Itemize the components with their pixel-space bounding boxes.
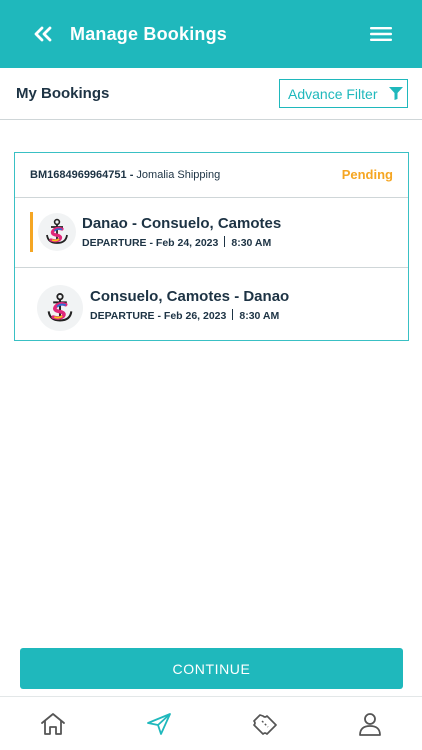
paper-plane-icon [147, 713, 171, 735]
trip-date: Feb 26, 2023 [163, 310, 227, 322]
selected-indicator [30, 212, 33, 252]
tab-profile[interactable] [356, 711, 384, 737]
trip-type: DEPARTURE [82, 237, 147, 249]
hamburger-menu-icon [370, 27, 392, 41]
trip-route: Danao - Consuelo, Camotes [82, 215, 282, 232]
user-icon [359, 713, 381, 736]
app-header: Manage Bookings [0, 0, 422, 68]
separator [224, 236, 226, 247]
trip-schedule: DEPARTURE - Feb 24, 2023 8:30 AM [82, 236, 272, 249]
tab-home[interactable] [39, 711, 67, 737]
menu-button[interactable] [368, 22, 394, 46]
bookings-toolbar: My Bookings Advance Filter [0, 68, 422, 120]
advance-filter-label: Advance Filter [288, 85, 378, 102]
section-title: My Bookings [16, 85, 110, 102]
booking-reference-number: BM1684969964751 [30, 169, 127, 181]
tab-tickets[interactable] [251, 711, 279, 737]
separator [232, 309, 234, 320]
app-screen: Manage Bookings My Bookings Advance Filt… [0, 0, 422, 750]
trip-time: 8:30 AM [231, 237, 272, 249]
booking-card[interactable]: BM1684969964751 - Jomalia Shipping Pendi… [14, 152, 409, 341]
tab-send[interactable] [145, 711, 173, 737]
trip-route: Consuelo, Camotes - Danao [90, 288, 290, 305]
trip-date: Feb 24, 2023 [155, 237, 219, 249]
bottom-tab-bar [0, 696, 422, 750]
back-button[interactable] [30, 22, 56, 46]
trip-type: DEPARTURE [90, 310, 155, 322]
status-badge: Pending [341, 167, 393, 182]
double-chevron-left-icon [34, 26, 52, 42]
trip-time: 8:30 AM [239, 310, 280, 322]
ticket-icon [253, 714, 277, 735]
shipping-logo [37, 285, 83, 331]
funnel-icon [389, 87, 403, 100]
booking-reference: BM1684969964751 - Jomalia Shipping [30, 168, 220, 182]
continue-button[interactable]: CONTINUE [20, 648, 403, 689]
page-title: Manage Bookings [70, 24, 228, 44]
trip-row[interactable]: Consuelo, Camotes - Danao DEPARTURE - Fe… [15, 269, 408, 339]
trip-row[interactable]: Danao - Consuelo, Camotes DEPARTURE - Fe… [15, 198, 408, 268]
home-icon [41, 713, 65, 735]
shipping-logo [38, 213, 76, 251]
booking-card-header: BM1684969964751 - Jomalia Shipping Pendi… [15, 153, 408, 198]
booking-reference-separator: - [126, 169, 137, 181]
advance-filter-button[interactable]: Advance Filter [279, 79, 408, 108]
trip-schedule: DEPARTURE - Feb 26, 2023 8:30 AM [90, 309, 280, 322]
anchor-logo-icon [47, 293, 73, 322]
shipping-operator: Jomalia Shipping [136, 169, 221, 181]
anchor-logo-icon [46, 218, 68, 244]
